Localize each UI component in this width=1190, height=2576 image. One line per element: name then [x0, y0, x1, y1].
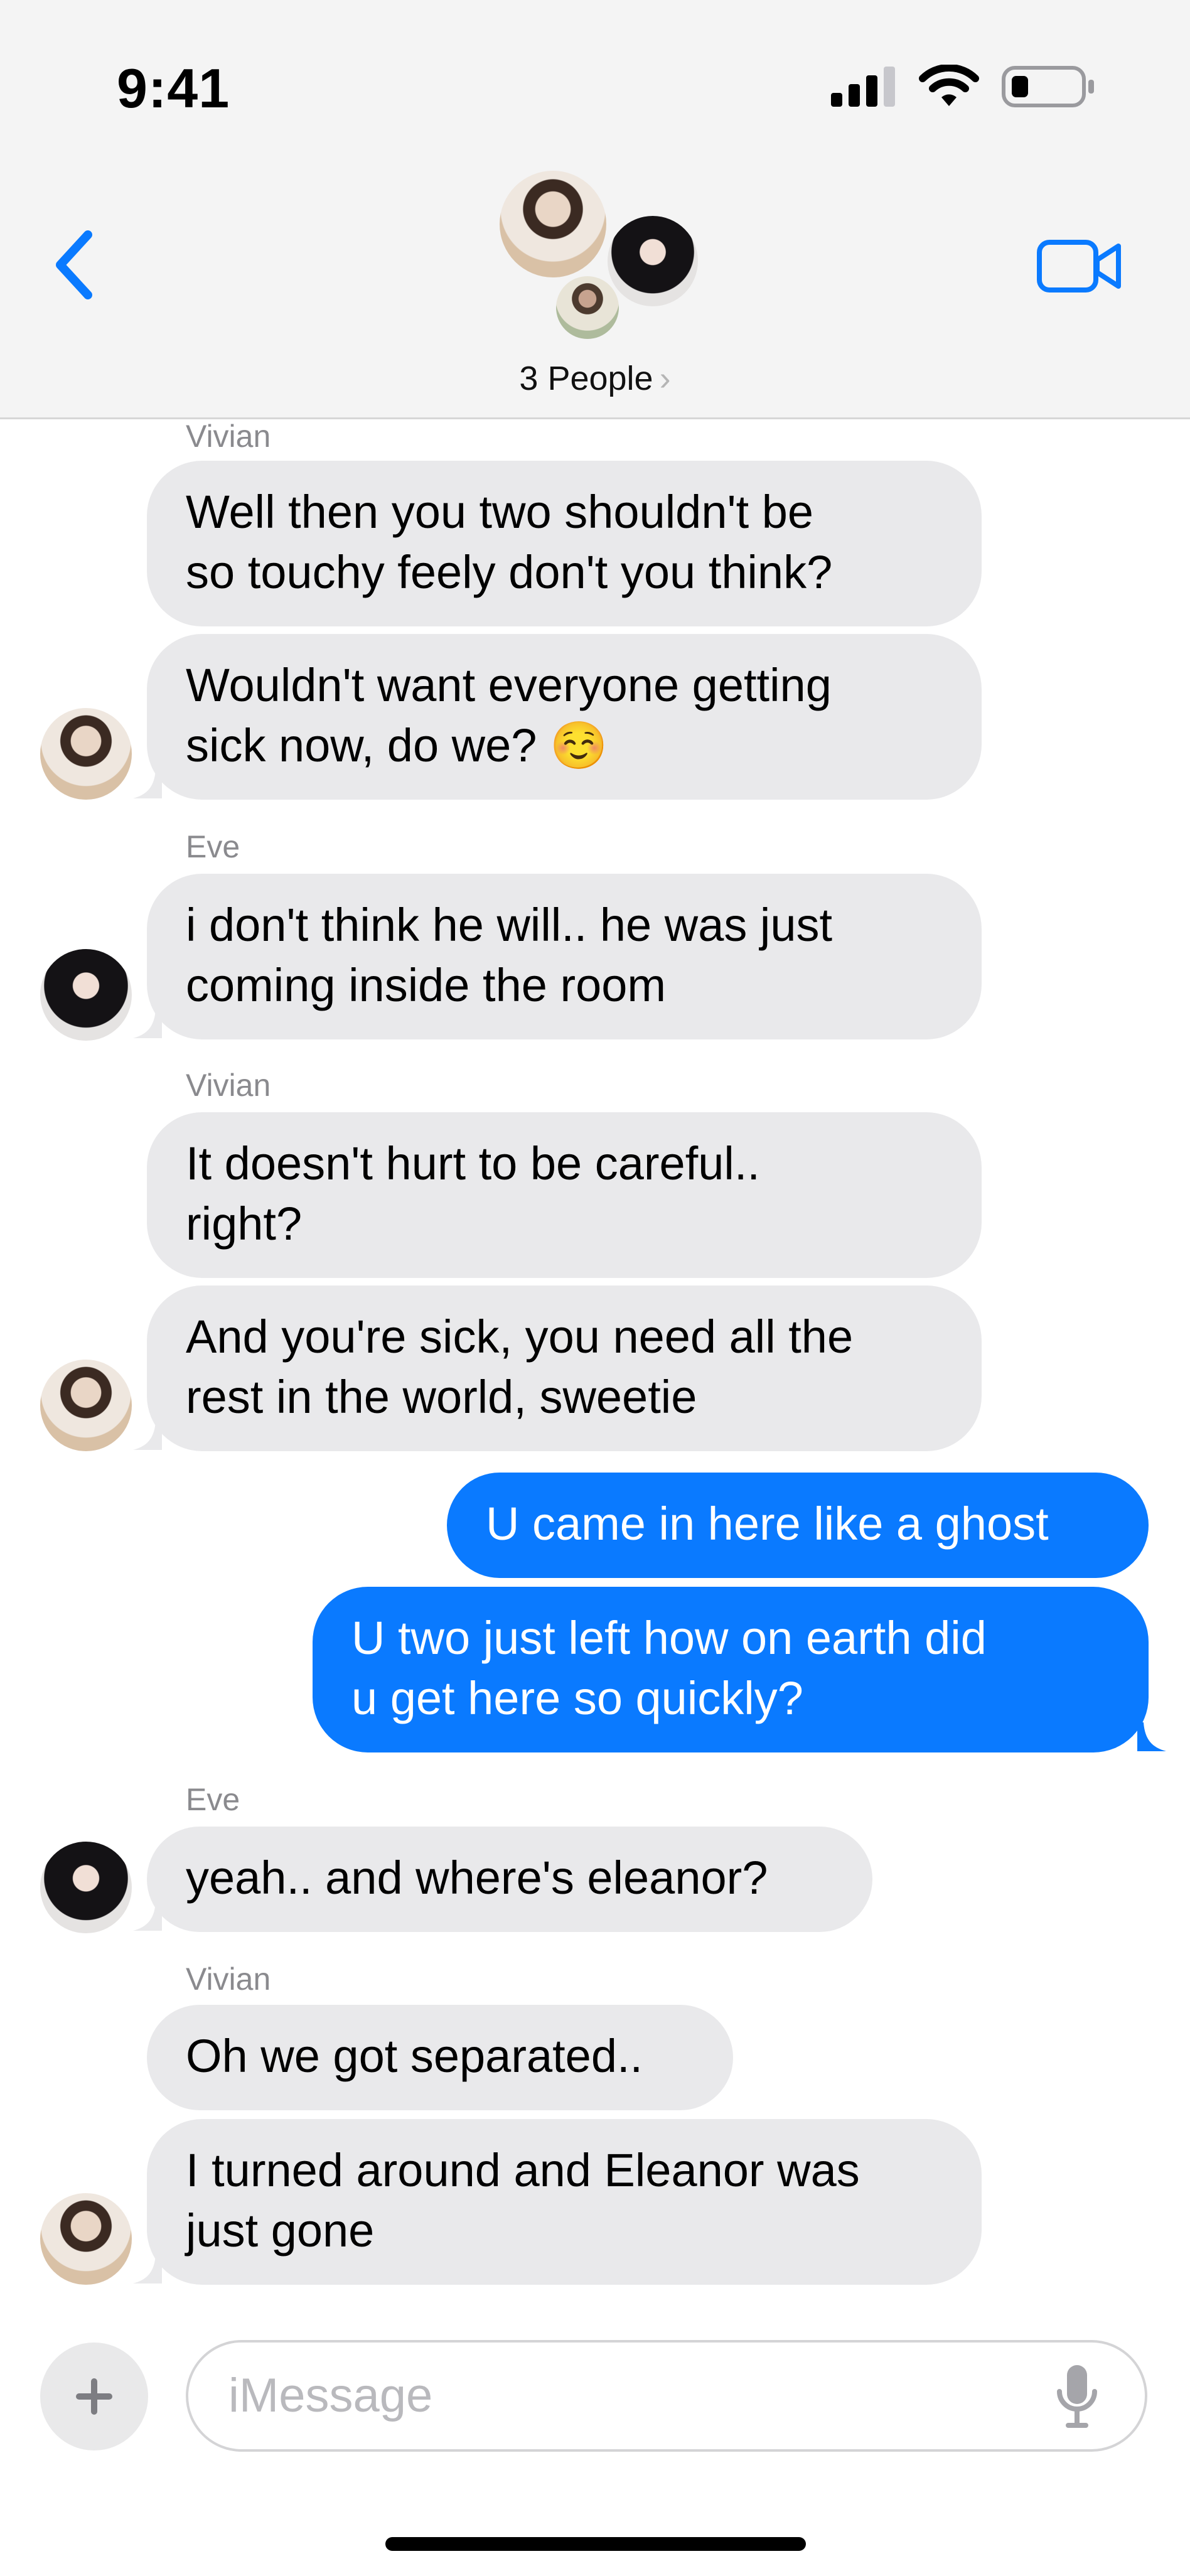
message-input[interactable]: iMessage: [186, 2340, 1147, 2452]
avatar-eve: [608, 216, 698, 306]
bubble-tail: [133, 770, 162, 798]
incoming-message[interactable]: Wouldn't want everyone getting sick now,…: [147, 634, 982, 800]
sender-name: Eve: [186, 1782, 240, 1817]
message-line: yeah.. and where's eleanor?: [186, 1852, 768, 1904]
cellular-signal-icon: [831, 67, 895, 107]
group-title-label: 3 People: [519, 360, 653, 397]
sender-name: Vivian: [186, 1962, 271, 1997]
message-line: so touchy feely don't you think?: [186, 546, 833, 598]
bubble-tail: [133, 1009, 162, 1038]
avatar-vivian[interactable]: [40, 2193, 132, 2285]
sender-name: Eve: [186, 829, 240, 864]
plus-icon: [76, 2378, 112, 2415]
message-line: U came in here like a ghost: [486, 1498, 1049, 1550]
bubble-tail: [133, 2255, 162, 2284]
avatar-eleanor: [556, 276, 619, 339]
microphone-icon[interactable]: [1054, 2363, 1100, 2432]
message-line: rest in the world, sweetie: [186, 1371, 697, 1423]
status-icons: [831, 62, 1096, 112]
incoming-message[interactable]: I turned around and Eleanor was just gon…: [147, 2119, 982, 2285]
message-line: just gone: [186, 2204, 375, 2257]
message-line: coming inside the room: [186, 959, 667, 1011]
message-line: Well then you two shouldn't be: [186, 486, 814, 538]
wifi-icon: [919, 65, 979, 106]
avatar-vivian: [500, 171, 606, 277]
incoming-message[interactable]: yeah.. and where's eleanor?: [147, 1827, 872, 1932]
incoming-message[interactable]: And you're sick, you need all the rest i…: [147, 1285, 982, 1451]
group-title[interactable]: 3 People ›: [0, 359, 1190, 398]
message-line: right?: [186, 1198, 303, 1250]
add-attachment-button[interactable]: [40, 2343, 148, 2450]
bubble-tail: [133, 1902, 162, 1931]
incoming-message[interactable]: Oh we got separated..: [147, 2005, 733, 2110]
incoming-message[interactable]: i don't think he will.. he was just comi…: [147, 874, 982, 1039]
outgoing-message[interactable]: U came in here like a ghost: [447, 1473, 1149, 1578]
message-line: sick now, do we? ☺️: [186, 719, 608, 771]
avatar-vivian[interactable]: [40, 708, 132, 800]
incoming-message[interactable]: It doesn't hurt to be careful.. right?: [147, 1112, 982, 1278]
incoming-message[interactable]: Well then you two shouldn't be so touchy…: [147, 461, 982, 626]
avatar-eve[interactable]: [40, 1842, 132, 1933]
chevron-left-icon[interactable]: [48, 227, 104, 303]
conversation-header: 9:41 3 People ›: [0, 0, 1190, 419]
home-indicator[interactable]: [385, 2537, 806, 2551]
message-line: Wouldn't want everyone getting: [186, 659, 832, 711]
message-line: Oh we got separated..: [186, 2030, 643, 2082]
message-line: u get here so quickly?: [351, 1672, 803, 1724]
sender-name: Vivian: [186, 419, 271, 454]
avatar-vivian[interactable]: [40, 1360, 132, 1451]
message-line: I turned around and Eleanor was: [186, 2144, 860, 2196]
message-line: U two just left how on earth did: [351, 1612, 987, 1664]
chevron-right-icon: ›: [659, 360, 671, 397]
message-line: i don't think he will.. he was just: [186, 899, 833, 951]
message-line: And you're sick, you need all the: [186, 1311, 854, 1363]
sender-name: Vivian: [186, 1068, 271, 1103]
group-avatars[interactable]: [496, 168, 703, 344]
status-time: 9:41: [117, 57, 230, 119]
video-camera-icon[interactable]: [1037, 239, 1122, 294]
bubble-tail: [1137, 1722, 1166, 1751]
avatar-eve[interactable]: [40, 949, 132, 1041]
bubble-tail: [133, 1421, 162, 1450]
outgoing-message[interactable]: U two just left how on earth did u get h…: [313, 1587, 1149, 1752]
battery-low-icon: [1002, 66, 1094, 107]
message-line: It doesn't hurt to be careful..: [186, 1137, 760, 1189]
